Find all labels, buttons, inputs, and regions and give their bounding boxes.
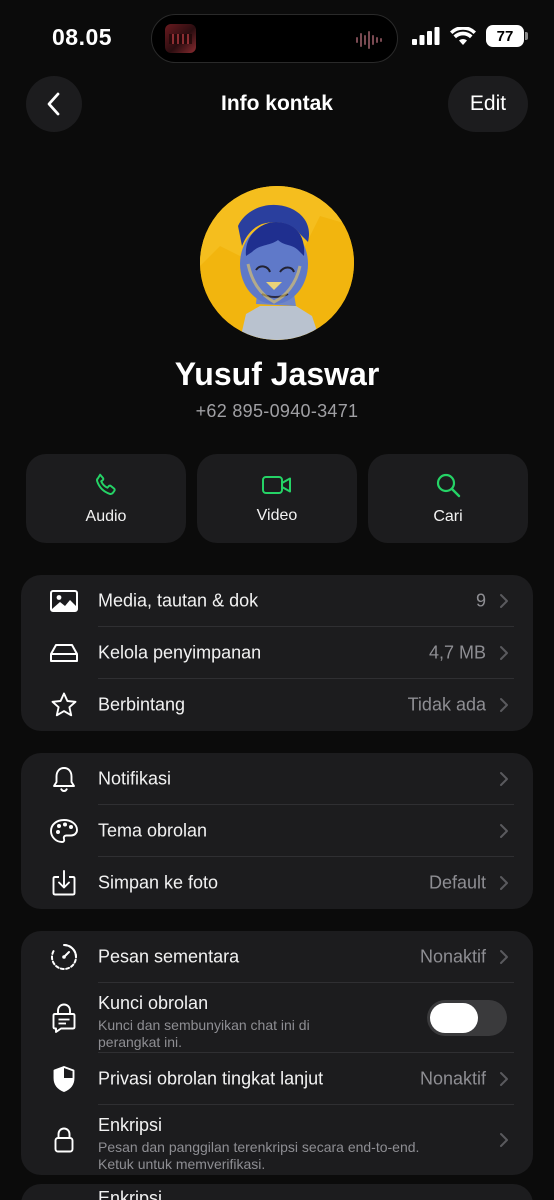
lock-icon (49, 1125, 79, 1155)
chat-theme-row[interactable]: Tema obrolan (21, 805, 533, 857)
edit-button[interactable]: Edit (448, 76, 528, 132)
chevron-right-icon (500, 646, 508, 660)
disappearing-messages-label: Pesan sementara (98, 946, 240, 967)
wifi-icon (450, 26, 476, 45)
contact-phone-number: +62 895-0940-3471 (195, 401, 359, 421)
search-icon (436, 473, 461, 497)
notifications-row[interactable]: Notifikasi (21, 753, 533, 805)
next-section-peek[interactable]: Enkripsi (21, 1184, 533, 1200)
disappearing-messages-value: Nonaktif (419, 946, 486, 967)
privacy-group: Pesan sementara Nonaktif Kunci obrolan K… (21, 931, 533, 1175)
notifications-label: Notifikasi (98, 768, 172, 789)
phone-icon (96, 473, 116, 495)
contact-avatar[interactable] (200, 186, 354, 340)
video-label: Video (256, 506, 298, 524)
encryption-description: Pesan dan panggilan terenkripsi secara e… (98, 1139, 420, 1172)
contact-name: Yusuf Jaswar (174, 356, 380, 392)
advanced-chat-privacy-value: Nonaktif (419, 1068, 486, 1089)
bell-icon (49, 764, 79, 794)
chat-theme-label: Tema obrolan (98, 820, 208, 841)
chevron-right-icon (500, 950, 508, 964)
media-storage-group: Media, tautan & dok 9 Kelola penyimpanan… (21, 575, 533, 731)
star-icon (49, 690, 79, 720)
chevron-right-icon (500, 1133, 508, 1147)
media-count: 9 (475, 590, 486, 611)
chat-lock-icon (49, 1003, 79, 1033)
video-call-button[interactable]: Video (197, 454, 357, 543)
save-to-photos-label: Simpan ke foto (98, 872, 219, 893)
encryption-label: Enkripsi (98, 1115, 163, 1135)
advanced-chat-privacy-row[interactable]: Privasi obrolan tingkat lanjut Nonaktif (21, 1053, 533, 1105)
audio-call-button[interactable]: Audio (26, 454, 186, 543)
status-time: 08.05 (52, 24, 113, 50)
starred-row[interactable]: Berbintang Tidak ada (21, 679, 533, 731)
battery-indicator: 77 (486, 25, 528, 47)
storage-size: 4,7 MB (428, 642, 486, 663)
manage-storage-label: Kelola penyimpanan (98, 642, 262, 663)
shield-icon (49, 1064, 79, 1094)
manage-storage-row[interactable]: Kelola penyimpanan 4,7 MB (21, 627, 533, 679)
notifications-theme-group: Notifikasi Tema obrolan Simpan ke foto D… (21, 753, 533, 909)
palette-icon (49, 816, 79, 846)
starred-value: Tidak ada (407, 694, 486, 715)
chevron-right-icon (500, 772, 508, 786)
save-to-photos-value: Default (428, 872, 486, 893)
peek-label: Enkripsi (98, 1188, 163, 1200)
encryption-row[interactable]: Enkripsi Pesan dan panggilan terenkripsi… (21, 1105, 533, 1175)
audio-waveform-icon (356, 31, 382, 49)
advanced-chat-privacy-label: Privasi obrolan tingkat lanjut (98, 1068, 324, 1089)
save-to-photos-row[interactable]: Simpan ke foto Default (21, 857, 533, 909)
media-links-docs-label: Media, tautan & dok (98, 590, 259, 611)
storage-icon (49, 638, 79, 668)
avatar-painting (200, 186, 354, 340)
save-to-photos-icon (49, 868, 79, 898)
now-playing-thumbnail (165, 24, 196, 53)
disappearing-messages-row[interactable]: Pesan sementara Nonaktif (21, 931, 533, 983)
chat-lock-description: Kunci dan sembunyikan chat ini di perang… (98, 1017, 310, 1050)
chat-lock-toggle[interactable] (427, 1000, 507, 1036)
audio-label: Audio (85, 507, 127, 525)
status-bar: 08.05 77 (0, 0, 554, 76)
chat-lock-label: Kunci obrolan (98, 993, 209, 1013)
cellular-signal-icon (412, 27, 440, 45)
chevron-right-icon (500, 824, 508, 838)
dynamic-island[interactable] (151, 14, 398, 63)
timer-icon (49, 942, 79, 972)
chevron-right-icon (500, 876, 508, 890)
search-label: Cari (433, 507, 463, 525)
chevron-right-icon (500, 1072, 508, 1086)
chevron-right-icon (500, 594, 508, 608)
search-chat-button[interactable]: Cari (368, 454, 528, 543)
starred-label: Berbintang (98, 694, 186, 715)
chevron-right-icon (500, 698, 508, 712)
toggle-knob (430, 1003, 478, 1033)
media-links-docs-row[interactable]: Media, tautan & dok 9 (21, 575, 533, 627)
chat-lock-row: Kunci obrolan Kunci dan sembunyikan chat… (21, 983, 533, 1053)
video-camera-icon (262, 475, 291, 494)
image-icon (49, 586, 79, 616)
status-indicators: 77 (412, 25, 528, 47)
